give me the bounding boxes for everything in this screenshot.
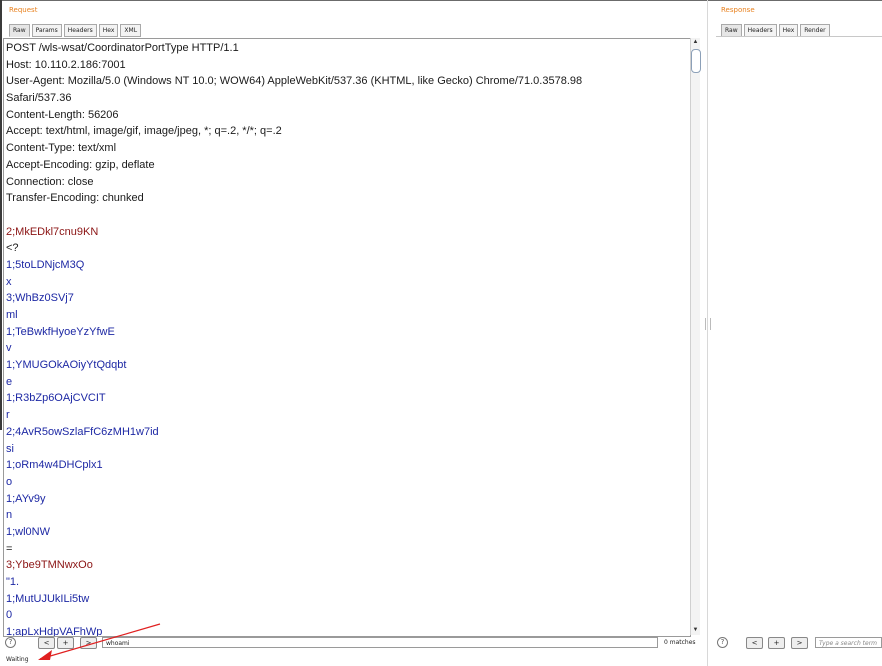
red-arrow-icon: [38, 623, 161, 660]
